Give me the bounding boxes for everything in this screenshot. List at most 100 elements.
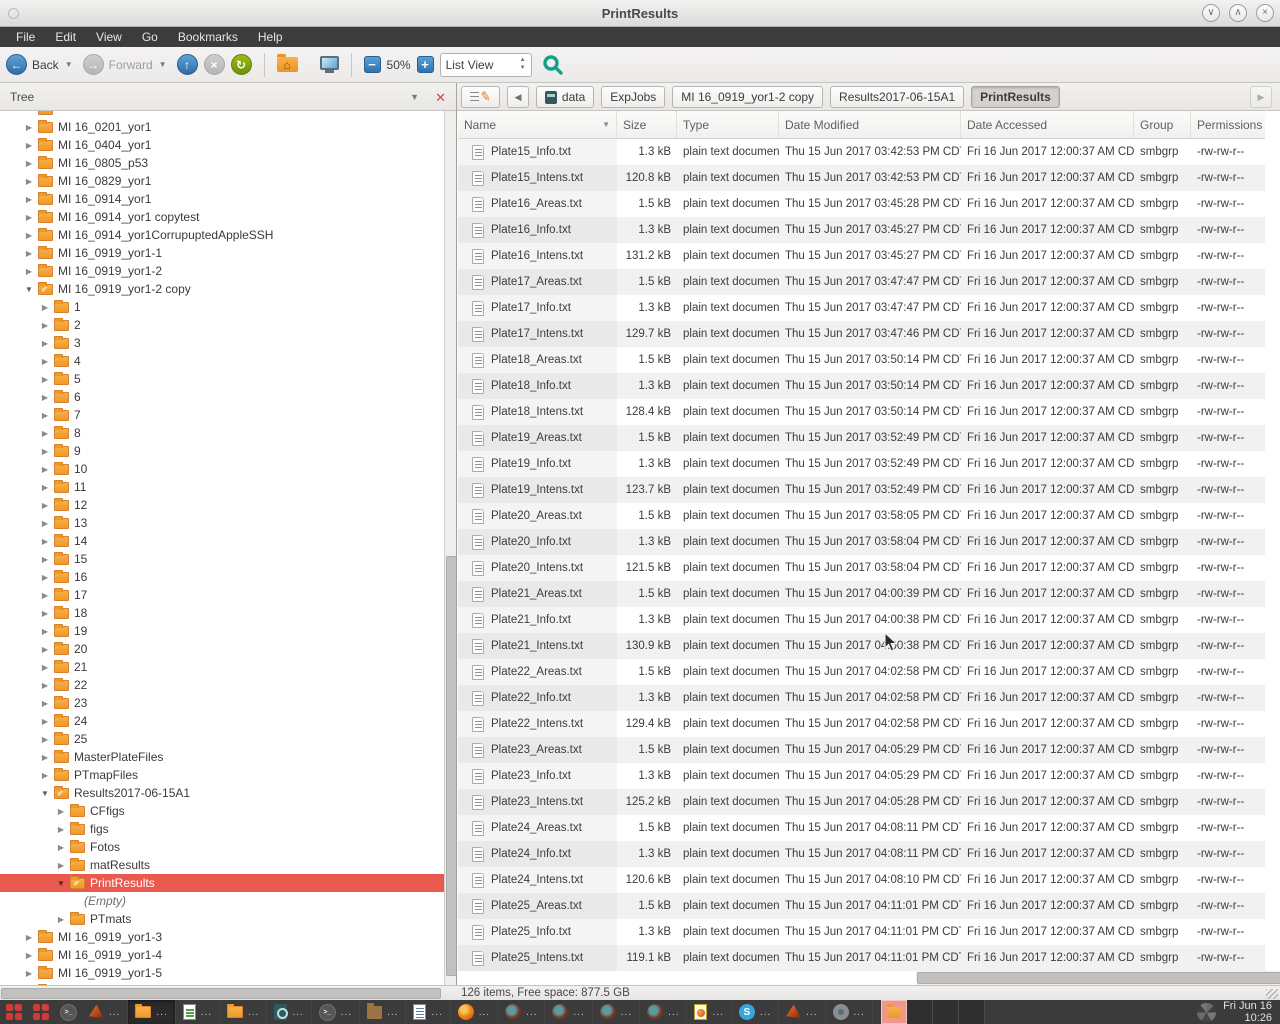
expand-arrow-icon[interactable]: ▶ [38, 537, 52, 546]
column-header-permissions[interactable]: Permissions [1191, 111, 1265, 138]
tree-item[interactable]: ▶20 [0, 640, 444, 658]
expand-arrow-icon[interactable]: ▶ [38, 411, 52, 420]
document-task-button[interactable]: ... [406, 1000, 450, 1024]
tree-item[interactable]: ▶10 [0, 460, 444, 478]
file-row[interactable]: Plate16_Info.txt1.3 kBplain text documen… [458, 217, 1265, 243]
collapse-arrow-icon[interactable]: ▼ [38, 789, 52, 798]
file-row[interactable]: Plate21_Intens.txt130.9 kBplain text doc… [458, 633, 1265, 659]
tree-item[interactable]: ▶11 [0, 478, 444, 496]
tree-item[interactable]: ▶MI 16_0919_yor1-1 [0, 244, 444, 262]
expand-arrow-icon[interactable]: ▶ [22, 123, 36, 132]
expand-arrow-icon[interactable]: ▶ [38, 339, 52, 348]
tree-item[interactable]: ▶MasterPlateFiles [0, 748, 444, 766]
breadcrumb-printresults[interactable]: PrintResults [971, 86, 1060, 108]
expand-arrow-icon[interactable]: ▶ [38, 429, 52, 438]
expand-arrow-icon[interactable]: ▶ [38, 717, 52, 726]
file-row[interactable]: Plate24_Intens.txt120.6 kBplain text doc… [458, 867, 1265, 893]
tree-horizontal-scrollbar-thumb[interactable] [1, 988, 441, 999]
file-row[interactable]: Plate21_Info.txt1.3 kBplain text documen… [458, 607, 1265, 633]
tree-item[interactable]: ▶2 [0, 316, 444, 334]
expand-arrow-icon[interactable]: ▶ [38, 771, 52, 780]
expand-arrow-icon[interactable]: ▶ [22, 213, 36, 222]
tree-item[interactable]: ▶18 [0, 604, 444, 622]
file-row[interactable]: Plate16_Areas.txt1.5 kBplain text docume… [458, 191, 1265, 217]
expand-arrow-icon[interactable]: ▶ [22, 159, 36, 168]
file-row[interactable]: Plate19_Intens.txt123.7 kBplain text doc… [458, 477, 1265, 503]
file-row[interactable]: Plate15_Intens.txt120.8 kBplain text doc… [458, 165, 1265, 191]
expand-arrow-icon[interactable]: ▶ [54, 843, 68, 852]
tree-item[interactable]: ▶16 [0, 568, 444, 586]
qt-task-button[interactable]: ... [267, 1000, 311, 1024]
tree-item[interactable]: ▶3 [0, 334, 444, 352]
workspace-1[interactable] [881, 1000, 907, 1024]
tree-item[interactable]: ▶figs [0, 820, 444, 838]
applications-menu-button[interactable] [0, 1000, 28, 1024]
expand-arrow-icon[interactable]: ▶ [38, 501, 52, 510]
tree-item[interactable]: ▶14 [0, 532, 444, 550]
home-button[interactable]: ⌂ [277, 57, 298, 72]
fm-folder-task-button[interactable]: ... [128, 1000, 175, 1024]
column-header-date-modified[interactable]: Date Modified [779, 111, 961, 138]
firefox-task-button[interactable]: ... [451, 1000, 498, 1024]
file-row[interactable]: Plate18_Areas.txt1.5 kBplain text docume… [458, 347, 1265, 373]
browser-dark-task-button[interactable]: ... [545, 1000, 592, 1024]
skype-task-button[interactable]: ... [732, 1000, 779, 1024]
browser-dark-task-button[interactable]: ... [640, 1000, 687, 1024]
search-icon[interactable] [542, 54, 564, 76]
expand-arrow-icon[interactable]: ▶ [38, 357, 52, 366]
tree-item[interactable]: ▶MI 16_0919_yor1-5 [0, 964, 444, 982]
matlab-task-button[interactable]: ... [779, 1000, 825, 1024]
expand-arrow-icon[interactable]: ▶ [38, 321, 52, 330]
minimize-button[interactable]: ∨ [1202, 4, 1220, 22]
breadcrumb-data[interactable]: data [536, 86, 594, 108]
tree-item[interactable]: ▶9 [0, 442, 444, 460]
file-row[interactable]: Plate20_Areas.txt1.5 kBplain text docume… [458, 503, 1265, 529]
workspace-2[interactable] [907, 1000, 933, 1024]
file-row[interactable]: Plate22_Areas.txt1.5 kBplain text docume… [458, 659, 1265, 685]
matlab-task-button[interactable]: ... [82, 1000, 128, 1024]
menu-item-edit[interactable]: Edit [45, 28, 86, 46]
expand-arrow-icon[interactable]: ▶ [38, 735, 52, 744]
list-horizontal-scrollbar-thumb[interactable] [917, 972, 1280, 984]
browser-dark-task-button[interactable]: ... [498, 1000, 545, 1024]
tree-item[interactable]: ▶24 [0, 712, 444, 730]
tree-item[interactable]: ▶MI 16_0919_yor1-2 [0, 262, 444, 280]
zoom-in-button[interactable]: + [417, 56, 434, 73]
file-row[interactable]: Plate17_Info.txt1.3 kBplain text documen… [458, 295, 1265, 321]
tree-item[interactable]: ▶5 [0, 370, 444, 388]
file-row[interactable]: Plate23_Areas.txt1.5 kBplain text docume… [458, 737, 1265, 763]
expand-arrow-icon[interactable]: ▶ [38, 483, 52, 492]
expand-arrow-icon[interactable]: ▶ [38, 663, 52, 672]
file-row[interactable]: Plate24_Info.txt1.3 kBplain text documen… [458, 841, 1265, 867]
app-gray-task-button[interactable]: ... [826, 1000, 873, 1024]
expand-arrow-icon[interactable]: ▶ [38, 375, 52, 384]
up-button[interactable]: ↑ [177, 54, 198, 75]
file-row[interactable]: Plate25_Areas.txt1.5 kBplain text docume… [458, 893, 1265, 919]
expand-arrow-icon[interactable]: ▶ [38, 681, 52, 690]
expand-arrow-icon[interactable]: ▶ [22, 933, 36, 942]
expand-arrow-icon[interactable]: ▶ [22, 195, 36, 204]
menu-item-view[interactable]: View [86, 28, 132, 46]
breadcrumb-expjobs[interactable]: ExpJobs [601, 86, 665, 108]
tree-vertical-scrollbar-thumb[interactable] [446, 556, 457, 976]
file-row[interactable]: Plate18_Intens.txt128.4 kBplain text doc… [458, 399, 1265, 425]
terminal-launcher[interactable] [55, 1000, 82, 1024]
expand-arrow-icon[interactable]: ▶ [38, 609, 52, 618]
file-row[interactable]: Plate21_Areas.txt1.5 kBplain text docume… [458, 581, 1265, 607]
forward-history-dropdown-icon[interactable]: ▼ [159, 60, 167, 69]
breadcrumb-mi-16-0919-yor1-2-copy[interactable]: MI 16_0919_yor1-2 copy [672, 86, 823, 108]
file-row[interactable]: Plate16_Intens.txt131.2 kBplain text doc… [458, 243, 1265, 269]
tree-item[interactable]: ▶23 [0, 694, 444, 712]
tree-item[interactable]: ▶Fotos [0, 838, 444, 856]
spreadsheet-task-button[interactable]: ... [176, 1000, 220, 1024]
file-row[interactable]: Plate19_Info.txt1.3 kBplain text documen… [458, 451, 1265, 477]
back-button[interactable]: ← Back ▼ [6, 54, 77, 75]
file-row[interactable]: Plate25_Info.txt1.3 kBplain text documen… [458, 919, 1265, 945]
refresh-button[interactable]: ↻ [231, 54, 252, 75]
expand-arrow-icon[interactable]: ▶ [38, 753, 52, 762]
expand-arrow-icon[interactable]: ▶ [38, 627, 52, 636]
tree-item[interactable]: ▶22 [0, 676, 444, 694]
window-menu-icon[interactable] [8, 8, 19, 19]
expand-arrow-icon[interactable]: ▶ [22, 249, 36, 258]
tree-item[interactable]: ▶12 [0, 496, 444, 514]
